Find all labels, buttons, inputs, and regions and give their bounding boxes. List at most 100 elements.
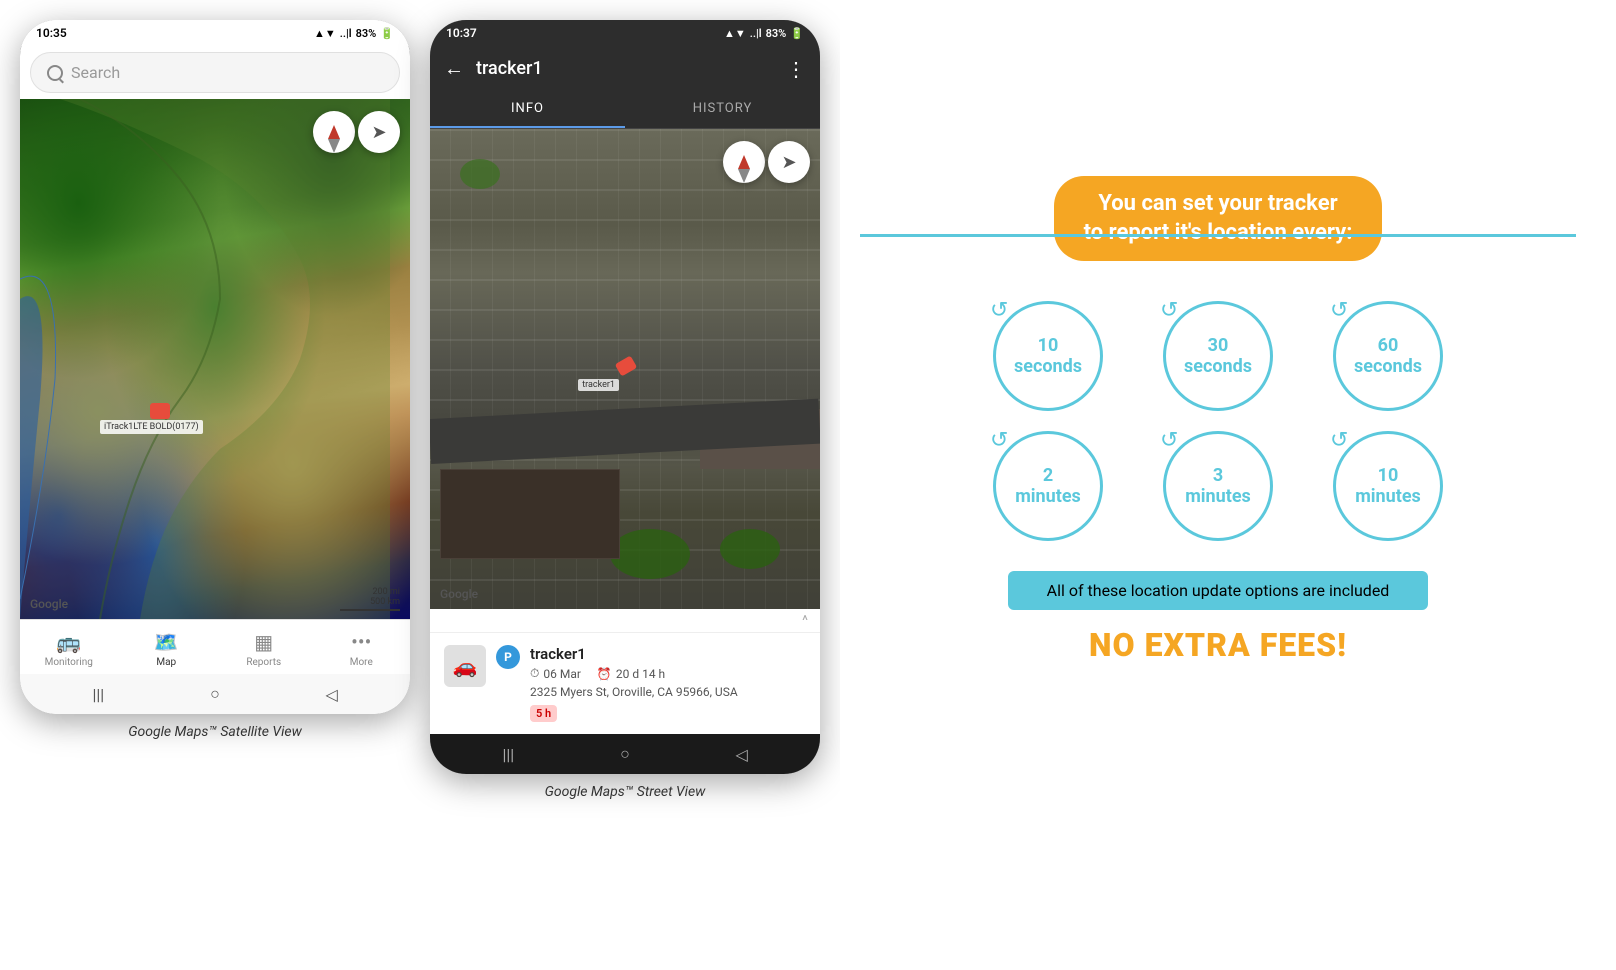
nav-reports[interactable]: ▦ Reports: [215, 626, 313, 672]
compass-button-2[interactable]: [723, 141, 765, 183]
tab-history-label: HISTORY: [693, 101, 753, 116]
circles-grid: ↺ 10 seconds ↺ 30 seconds: [978, 301, 1458, 541]
phone1-battery-icon: 🔋: [380, 27, 394, 40]
circle-arrow-3: ↺: [1330, 298, 1348, 323]
time-badge: 5 h: [530, 705, 557, 722]
phone1-battery: 83%: [356, 27, 377, 40]
nav-monitoring-label: Monitoring: [45, 657, 93, 668]
tracker-address: 2325 Myers St, Oroville, CA 95966, USA: [530, 685, 806, 699]
system-nav-1: ||| ○ ◁: [20, 674, 410, 714]
nav-monitoring[interactable]: 🚌 Monitoring: [20, 626, 118, 672]
circle-arrow-6: ↺: [1330, 428, 1348, 453]
location-button[interactable]: ➤: [358, 111, 400, 153]
building-1: [440, 469, 620, 559]
phone2-time: 10:37: [446, 26, 477, 40]
phone1-time: 10:35: [36, 26, 67, 40]
circle-3-minutes: ↺ 3 minutes: [1163, 431, 1273, 541]
bottom-nav: 🚌 Monitoring 🗺️ Map ▦ Reports ••• More: [20, 619, 410, 674]
tracker-duration: 20 d 14 h: [616, 667, 665, 681]
compass-button[interactable]: [313, 111, 355, 153]
circle-unit-2: seconds: [1184, 356, 1252, 378]
back-sys-button[interactable]: |||: [86, 682, 110, 706]
tracker-tabs: INFO HISTORY: [430, 91, 820, 129]
date-item: ⏱ 06 Mar: [530, 666, 581, 681]
phone2-mockup: 10:37 ▲▼ ..|l 83% 🔋 ← tracker1 ⋮: [430, 20, 820, 774]
search-bar[interactable]: Search: [30, 52, 400, 93]
parking-lot-background: ➤ tracker1 Google: [430, 129, 820, 609]
tracker-map[interactable]: ➤ tracker1 Google: [430, 129, 820, 609]
recents-sys-button-2[interactable]: ◁: [730, 742, 754, 766]
phone2-screen: 10:37 ▲▼ ..|l 83% 🔋 ← tracker1 ⋮: [430, 20, 820, 774]
search-icon: [47, 65, 63, 81]
google-watermark: Google: [30, 597, 68, 611]
circle-30-seconds: ↺ 30 seconds: [1163, 301, 1273, 411]
tracker-thumbnail: 🚗: [444, 645, 486, 687]
home-sys-button-2[interactable]: ○: [613, 742, 637, 766]
info-graphic-panel: You can set your tracker to report it's …: [840, 20, 1596, 820]
scale-bar: 200 mi 500 km: [340, 587, 400, 611]
main-container: 10:35 ▲▼ ..|l 83% 🔋 Search: [20, 20, 1596, 820]
circle-number-5: 3: [1185, 465, 1251, 487]
circle-text-4: 2 minutes: [1015, 465, 1081, 508]
tracker-info-panel: 🚗 P tracker1 ⏱ 06 Mar ⏰: [430, 633, 820, 734]
timer-icon: ⏰: [597, 667, 612, 681]
tab-info-label: INFO: [511, 101, 544, 116]
circle-unit-3: seconds: [1354, 356, 1422, 378]
map-icon: 🗺️: [154, 630, 179, 654]
terrain-overlay: [20, 99, 410, 619]
circle-text-1: 10 seconds: [1014, 335, 1082, 378]
phone2-status-icons: ▲▼ ..|l 83% 🔋: [724, 27, 804, 40]
nav-more[interactable]: ••• More: [313, 626, 411, 672]
circle-number-2: 30: [1184, 335, 1252, 357]
circle-60-seconds: ↺ 60 seconds: [1333, 301, 1443, 411]
more-menu-button[interactable]: ⋮: [786, 57, 806, 81]
horizontal-line-banner: [860, 234, 1576, 237]
banner-line1: You can set your tracker: [1084, 190, 1353, 219]
system-nav-2: ||| ○ ◁: [430, 734, 820, 774]
back-sys-button-2[interactable]: |||: [496, 742, 520, 766]
tab-info[interactable]: INFO: [430, 91, 625, 128]
circle-arrow-1: ↺: [990, 298, 1008, 323]
nav-map[interactable]: 🗺️ Map: [118, 626, 216, 672]
location-icon: ➤: [371, 122, 386, 143]
tracker-meta: tracker1 ⏱ 06 Mar ⏰ 20 d 14 h: [530, 645, 806, 722]
circle-wrapper-6: ↺ 10 minutes: [1318, 431, 1458, 541]
tree-cluster-3: [460, 159, 500, 189]
satellite-map[interactable]: ➤ iTrack1LTE BOLD(: [20, 99, 410, 619]
car-marker: [150, 403, 170, 419]
scale-line: [340, 609, 400, 611]
tracker-p-badge: P: [496, 645, 520, 669]
circle-10-minutes: ↺ 10 minutes: [1333, 431, 1443, 541]
drag-arrow-icon: ^: [802, 613, 808, 629]
circle-wrapper-5: ↺ 3 minutes: [1148, 431, 1288, 541]
phone2-wifi-icon: ▲▼: [724, 27, 746, 40]
circle-number-1: 10: [1014, 335, 1082, 357]
tracker-header: ← tracker1 ⋮: [430, 46, 820, 91]
phone1-wifi-icon: ▲▼: [314, 27, 336, 40]
tab-history[interactable]: HISTORY: [625, 91, 820, 128]
circle-arrow-2: ↺: [1160, 298, 1178, 323]
no-extra-fees-text: NO EXTRA FEES!: [1089, 626, 1347, 664]
duration-item: ⏰ 20 d 14 h: [597, 666, 665, 681]
more-icon: •••: [351, 630, 371, 654]
recents-sys-button[interactable]: ◁: [320, 682, 344, 706]
circle-wrapper-4: ↺ 2 minutes: [978, 431, 1118, 541]
tracker-date: 06 Mar: [543, 667, 581, 681]
nav-reports-label: Reports: [246, 657, 281, 668]
drag-handle[interactable]: ^: [430, 609, 820, 633]
phone1-status-bar: 10:35 ▲▼ ..|l 83% 🔋: [20, 20, 410, 46]
included-text: All of these location update options are…: [1047, 581, 1390, 600]
location-button-2[interactable]: ➤: [768, 141, 810, 183]
home-sys-button[interactable]: ○: [203, 682, 227, 706]
back-button[interactable]: ←: [444, 56, 464, 81]
scale-500km: 500 km: [340, 597, 400, 607]
clock-icon: ⏱: [530, 666, 539, 681]
circle-wrapper-3: ↺ 60 seconds: [1318, 301, 1458, 411]
phone1-caption: Google Maps™ Satellite View: [128, 724, 302, 740]
circle-arrow-4: ↺: [990, 428, 1008, 453]
circle-unit-1: seconds: [1014, 356, 1082, 378]
circle-unit-6: minutes: [1355, 486, 1421, 508]
location-icon-2: ➤: [781, 152, 796, 173]
phone2-caption: Google Maps™ Street View: [545, 784, 706, 800]
phone1-signal-icon: ..|l: [340, 27, 352, 40]
